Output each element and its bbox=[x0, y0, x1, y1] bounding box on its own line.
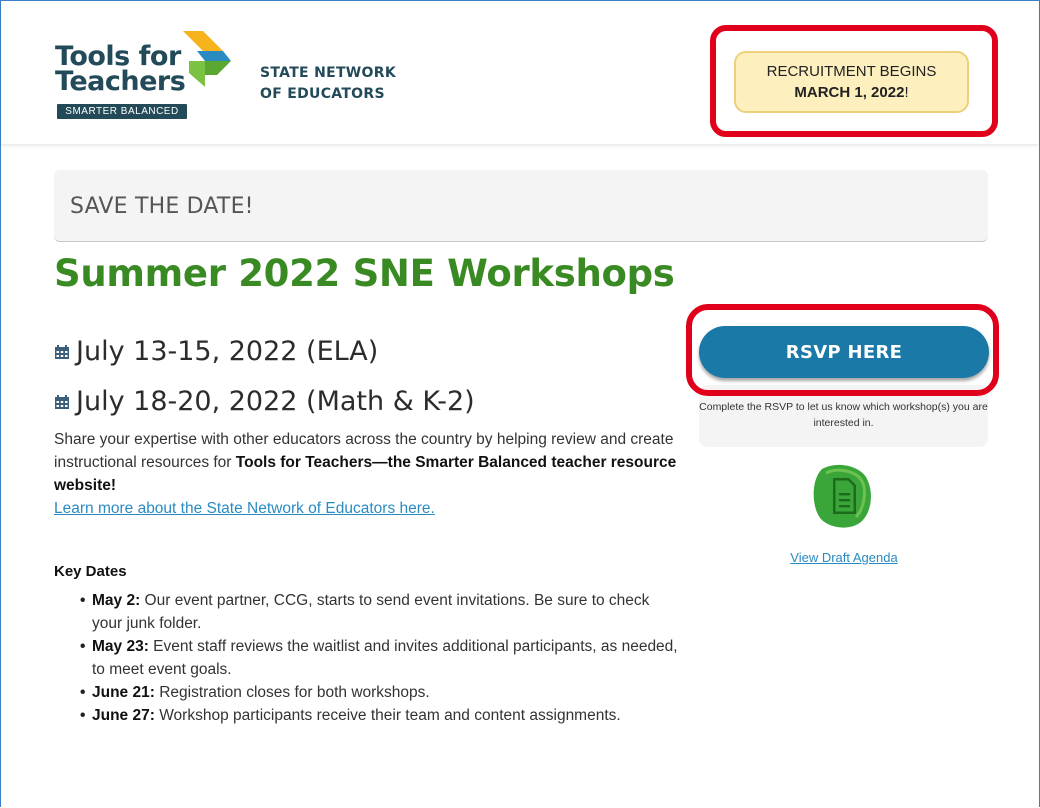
save-the-date-banner: SAVE THE DATE! bbox=[54, 170, 988, 242]
key-dates-heading: Key Dates bbox=[54, 563, 127, 580]
logo-arrow-icon bbox=[183, 31, 231, 87]
view-draft-agenda-link[interactable]: View Draft Agenda bbox=[760, 550, 928, 565]
key-date-text: Our event partner, CCG, starts to send e… bbox=[92, 592, 650, 632]
recruitment-badge: RECRUITMENT BEGINS MARCH 1, 2022! bbox=[734, 51, 969, 113]
site-header: Tools for Teachers SMARTER BALANCED STAT… bbox=[1, 1, 1038, 145]
recruitment-line-1: RECRUITMENT BEGINS bbox=[766, 63, 937, 80]
calendar-icon bbox=[55, 394, 69, 409]
workshop-description: Share your expertise with other educator… bbox=[54, 428, 679, 520]
page-title: Summer 2022 SNE Workshops bbox=[54, 252, 675, 295]
key-date-label: May 2: bbox=[92, 592, 141, 609]
key-date-label: June 27: bbox=[92, 707, 155, 724]
document-icon[interactable] bbox=[812, 463, 874, 529]
workshop-date-math-text: July 18-20, 2022 (Math & K-2) bbox=[76, 386, 475, 417]
recruitment-highlight: RECRUITMENT BEGINS MARCH 1, 2022! bbox=[710, 25, 998, 137]
key-date-label: June 21: bbox=[92, 684, 155, 701]
list-item: June 27: Workshop participants receive t… bbox=[80, 704, 680, 727]
rsvp-button[interactable]: RSVP HERE bbox=[699, 326, 989, 378]
network-line-1: STATE NETWORK bbox=[260, 65, 396, 81]
calendar-icon bbox=[55, 344, 69, 359]
workshop-date-math: July 18-20, 2022 (Math & K-2) bbox=[54, 386, 475, 417]
save-the-date-text: SAVE THE DATE! bbox=[70, 194, 254, 219]
key-dates-list: May 2: Our event partner, CCG, starts to… bbox=[80, 589, 680, 727]
learn-more-link[interactable]: Learn more about the State Network of Ed… bbox=[54, 500, 435, 517]
logo-badge: SMARTER BALANCED bbox=[57, 104, 187, 119]
key-date-text: Event staff reviews the waitlist and inv… bbox=[92, 638, 678, 678]
list-item: May 23: Event staff reviews the waitlist… bbox=[80, 635, 680, 681]
network-line-2: OF EDUCATORS bbox=[260, 86, 385, 102]
state-network-title: STATE NETWORK OF EDUCATORS bbox=[260, 63, 396, 105]
list-item: June 21: Registration closes for both wo… bbox=[80, 681, 680, 704]
recruitment-date: MARCH 1, 2022 bbox=[794, 84, 905, 101]
rsvp-note: Complete the RSVP to let us know which w… bbox=[699, 401, 988, 429]
recruitment-suffix: ! bbox=[904, 84, 909, 101]
list-item: May 2: Our event partner, CCG, starts to… bbox=[80, 589, 680, 635]
rsvp-highlight: RSVP HERE bbox=[686, 304, 999, 396]
workshop-date-ela-text: July 13-15, 2022 (ELA) bbox=[76, 336, 379, 367]
logo-line-2: Teachers bbox=[55, 66, 186, 97]
recruitment-line-2: MARCH 1, 2022! bbox=[736, 82, 967, 103]
key-date-text: Workshop participants receive their team… bbox=[154, 707, 621, 724]
key-date-label: May 23: bbox=[92, 638, 149, 655]
key-date-text: Registration closes for both workshops. bbox=[154, 684, 430, 701]
tools-for-teachers-logo[interactable]: Tools for Teachers SMARTER BALANCED bbox=[55, 23, 235, 123]
workshop-date-ela: July 13-15, 2022 (ELA) bbox=[54, 336, 378, 367]
